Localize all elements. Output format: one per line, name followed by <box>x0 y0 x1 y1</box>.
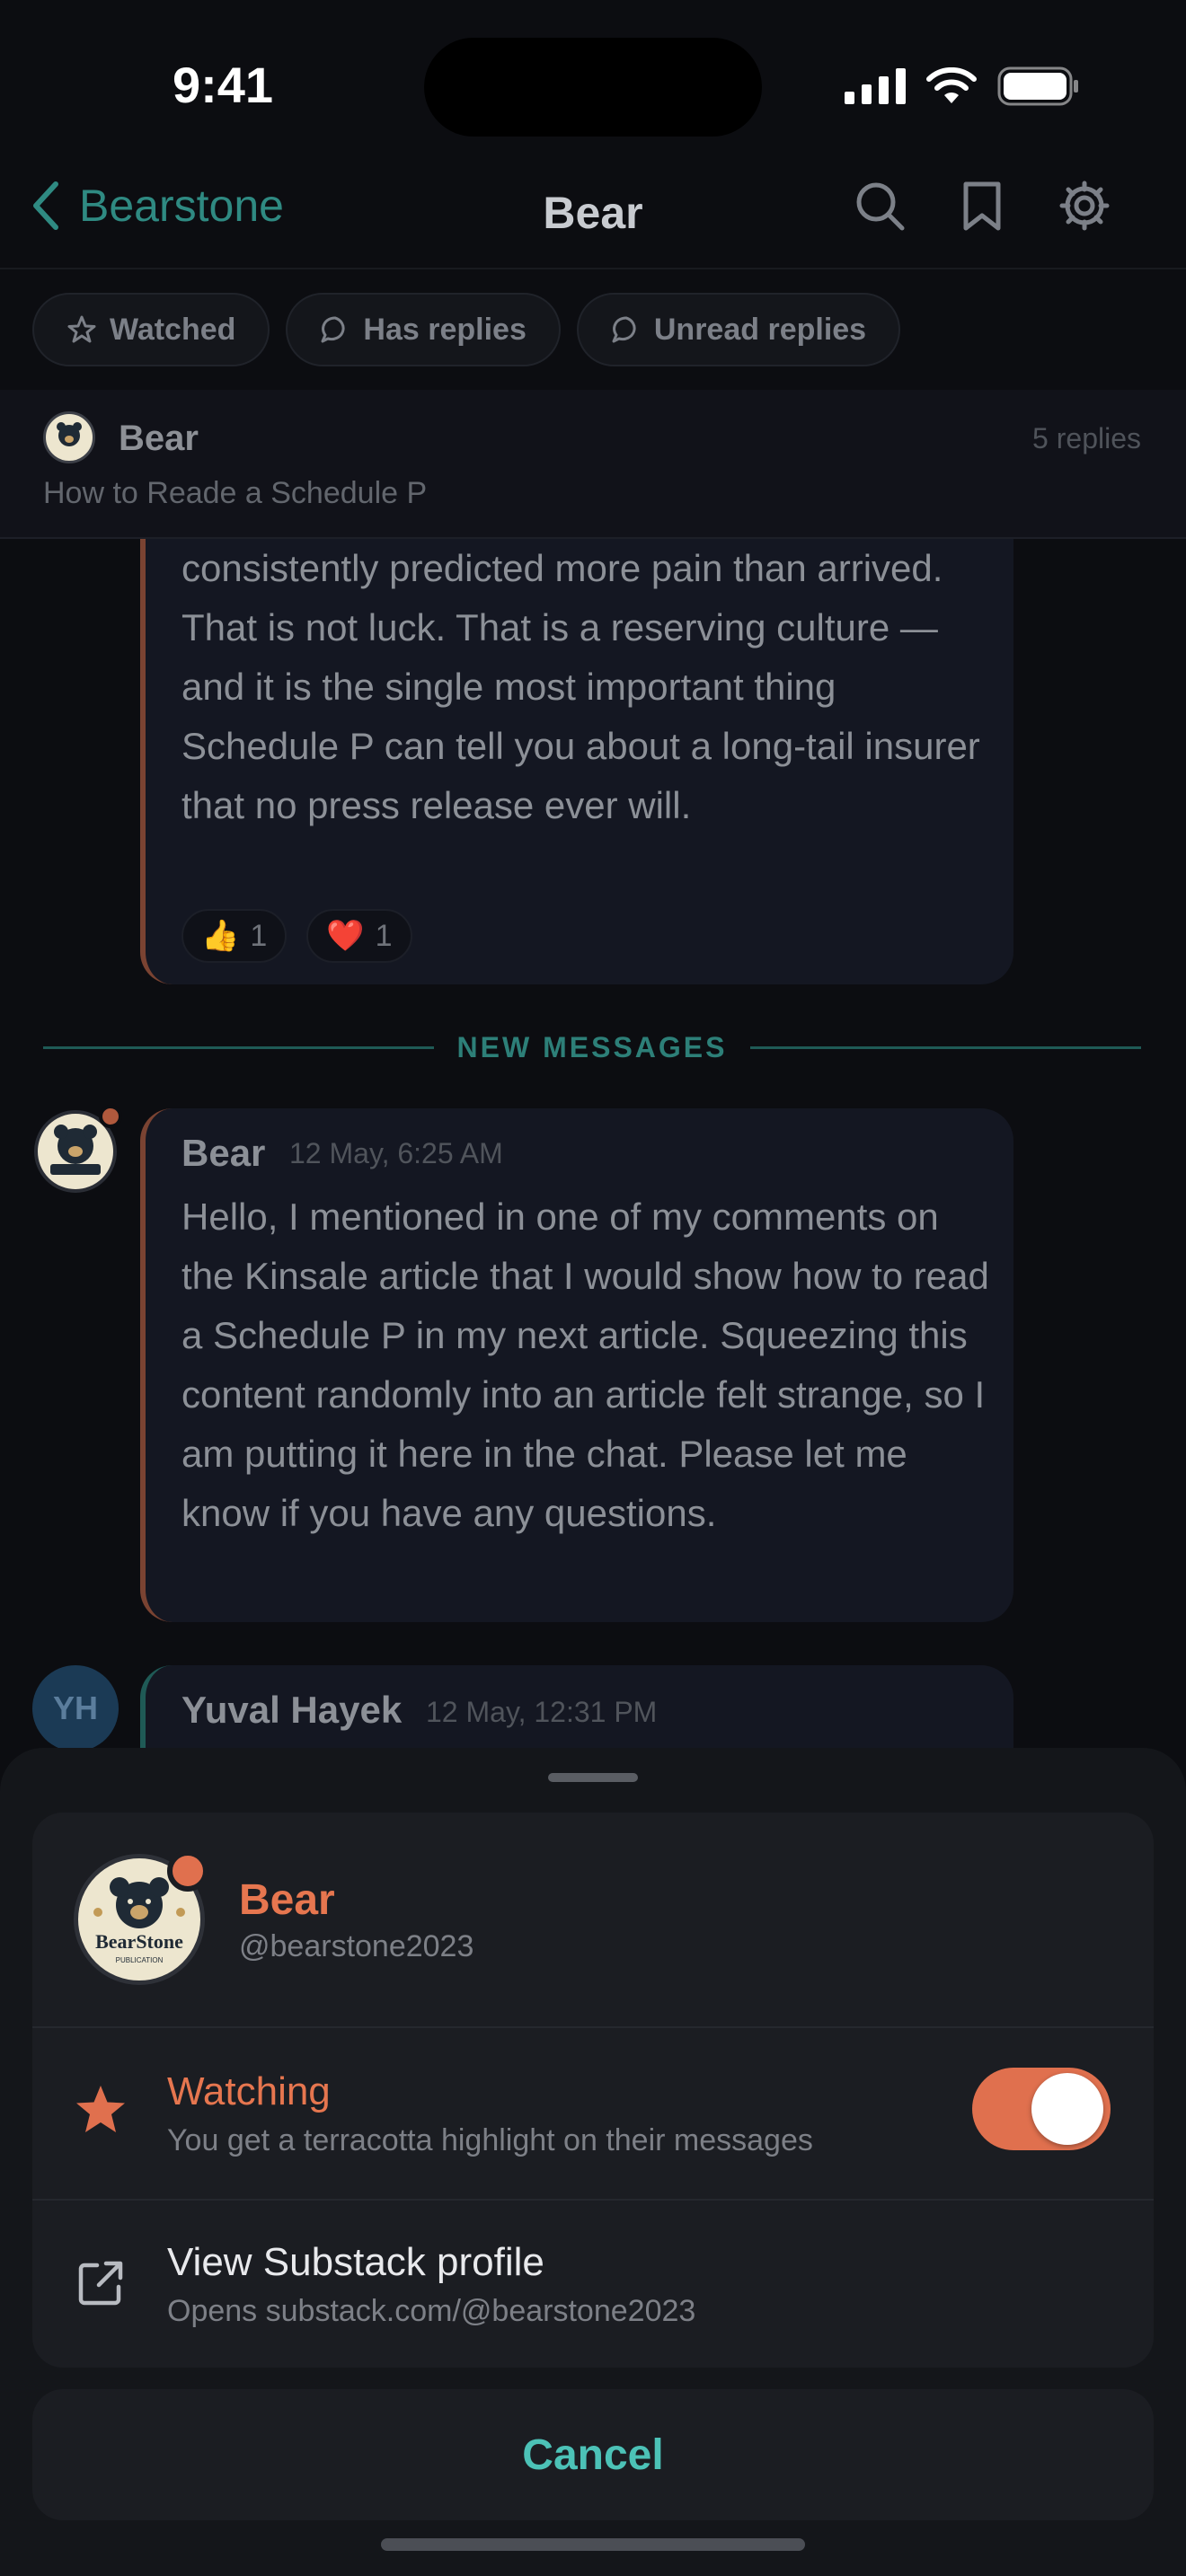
message-text: consistently predicted more pain than ar… <box>181 547 980 826</box>
filter-chip-label: Unread replies <box>653 312 867 347</box>
row-divider <box>32 2026 1154 2028</box>
watched-indicator <box>99 1105 122 1128</box>
filter-chip-unread-replies[interactable]: Unread replies <box>576 293 901 366</box>
home-indicator[interactable] <box>381 2538 805 2551</box>
status-time: 9:41 <box>172 57 274 113</box>
profile-handle: @bearstone2023 <box>239 1929 474 1963</box>
message-time: 12 May, 6:25 AM <box>289 1137 503 1169</box>
reaction-count: 1 <box>250 918 268 953</box>
watching-title: Watching <box>167 2069 331 2113</box>
dynamic-island <box>424 38 762 137</box>
new-messages-divider: NEW MESSAGES <box>43 1030 1142 1063</box>
watching-subtitle: You get a terracotta highlight on their … <box>167 2123 813 2157</box>
toggle-knob <box>1031 2073 1103 2145</box>
filter-chip-watched[interactable]: Watched <box>32 293 270 366</box>
svg-text:BearStone: BearStone <box>95 1930 183 1953</box>
battery-icon <box>997 66 1078 106</box>
profile-name: Bear <box>239 1876 335 1924</box>
thumbs-up-icon: 👍 <box>201 919 240 953</box>
filter-chip-has-replies[interactable]: Has replies <box>286 293 561 366</box>
sheet-grabber[interactable] <box>548 1773 638 1782</box>
chat-bubble-icon <box>321 316 345 343</box>
nav-actions <box>854 180 1111 232</box>
gear-icon[interactable] <box>1058 180 1111 232</box>
thread-subject: How to Reade a Schedule P <box>43 476 428 510</box>
reaction-count: 1 <box>375 918 393 953</box>
status-icons <box>845 66 1080 106</box>
wifi-icon <box>926 67 977 103</box>
message-author: Bear <box>181 1132 266 1174</box>
reactions: 👍 1 ❤️ 1 <box>181 909 412 963</box>
chat-bubble-icon <box>612 316 636 343</box>
reply-count: 5 replies <box>1032 422 1141 454</box>
star-outline-icon <box>67 315 96 343</box>
bookmark-icon[interactable] <box>961 180 1003 232</box>
message-text: Hello, I mentioned in one of my comments… <box>181 1195 989 1534</box>
message-time: 12 May, 12:31 PM <box>426 1696 658 1728</box>
filter-chips: Watched Has replies Unread replies <box>32 293 901 366</box>
cancel-button[interactable]: Cancel <box>32 2389 1154 2520</box>
heart-icon: ❤️ <box>326 919 365 953</box>
row-divider <box>32 2199 1154 2201</box>
external-link-icon <box>75 2258 126 2313</box>
filter-chip-label: Watched <box>110 312 236 347</box>
thread-author: Bear <box>119 419 199 458</box>
view-profile-subtitle: Opens substack.com/@bearstone2023 <box>167 2294 696 2328</box>
cellular-signal-icon <box>845 68 906 104</box>
svg-text:PUBLICATION: PUBLICATION <box>116 1956 164 1964</box>
thread-header[interactable] <box>0 390 1186 539</box>
avatar <box>43 411 95 463</box>
view-profile-title[interactable]: View Substack profile <box>167 2240 544 2285</box>
star-icon <box>74 2084 128 2140</box>
search-icon[interactable] <box>854 180 906 232</box>
message-author: Yuval Hayek <box>181 1689 403 1731</box>
filter-chip-label: Has replies <box>363 312 527 347</box>
reaction-thumbs-up[interactable]: 👍 1 <box>181 909 288 963</box>
watched-indicator <box>167 1850 208 1892</box>
divider-label: NEW MESSAGES <box>456 1030 728 1063</box>
reaction-heart[interactable]: ❤️ 1 <box>306 909 412 963</box>
avatar[interactable]: YH <box>32 1665 119 1751</box>
